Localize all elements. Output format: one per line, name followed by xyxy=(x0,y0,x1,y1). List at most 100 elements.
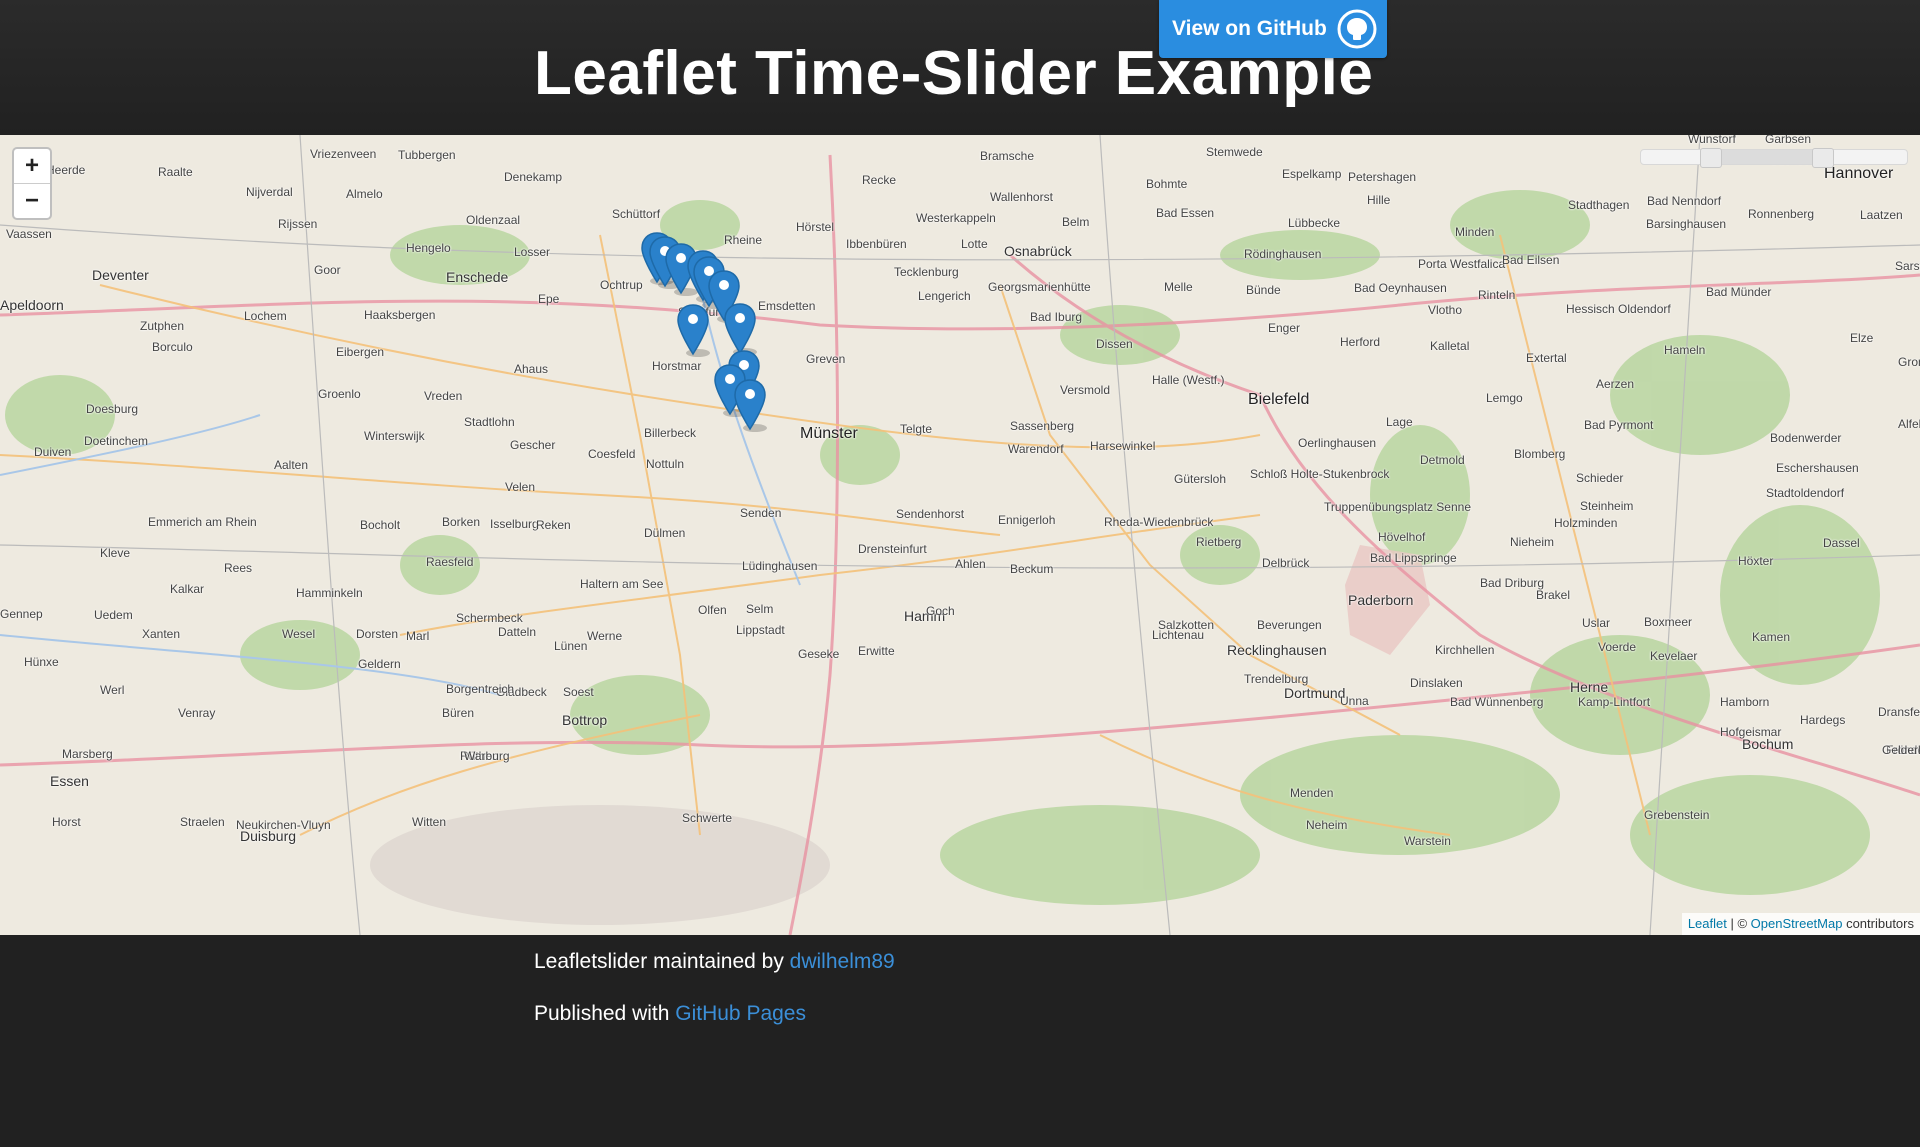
map-attribution: Leaflet | © OpenStreetMap contributors xyxy=(1681,913,1920,935)
place-label: Stadtoldendorf xyxy=(1766,486,1845,500)
place-label: Hannover xyxy=(1824,165,1894,182)
place-label: Rijssen xyxy=(278,217,318,231)
place-label: Soest xyxy=(563,685,594,699)
place-label: Halle (Westf.) xyxy=(1152,373,1225,387)
time-slider-range xyxy=(1710,150,1822,164)
place-label: Schermbeck xyxy=(456,611,523,625)
map-pin-icon[interactable] xyxy=(723,302,757,356)
place-label: Kalkar xyxy=(170,582,205,596)
place-label: Garbsen xyxy=(1765,135,1812,146)
place-label: Sarstedt xyxy=(1895,259,1920,273)
map-pin-icon[interactable] xyxy=(676,303,710,357)
place-label: Sassenberg xyxy=(1010,419,1075,433)
github-octocat-icon xyxy=(1337,9,1377,49)
place-label: Minden xyxy=(1455,225,1495,239)
place-label: Greven xyxy=(806,352,846,366)
place-label: Sendenhorst xyxy=(896,507,965,521)
place-label: Boxmeer xyxy=(1644,615,1693,629)
place-label: Dorsten xyxy=(356,627,399,641)
place-label: Detmold xyxy=(1420,453,1465,467)
page-header: Leaflet Time-Slider Example View on GitH… xyxy=(0,0,1920,136)
place-label: Emmerich am Rhein xyxy=(148,515,257,529)
place-label: Schieder xyxy=(1576,471,1624,485)
place-label: Bocholt xyxy=(360,518,401,532)
place-label: Laatzen xyxy=(1860,208,1903,222)
place-label: Apeldoorn xyxy=(0,297,64,313)
place-label: Bad Wünnenberg xyxy=(1450,695,1544,709)
place-label: Belm xyxy=(1062,215,1090,229)
place-label: Lüdinghausen xyxy=(742,559,818,573)
place-label: Hille xyxy=(1367,193,1391,207)
place-label: Espelkamp xyxy=(1282,167,1342,181)
time-slider-end-handle[interactable] xyxy=(1811,148,1834,168)
place-label: Lichtenau xyxy=(1152,628,1205,642)
place-label: Lage xyxy=(1386,415,1413,429)
view-on-github-label: View on GitHub xyxy=(1172,17,1327,40)
place-label: Höxter xyxy=(1738,554,1774,568)
zoom-in-button[interactable]: + xyxy=(14,149,50,183)
zoom-out-button[interactable]: − xyxy=(14,183,50,218)
place-label: Bad Pyrmont xyxy=(1584,418,1654,432)
place-label: Vaassen xyxy=(6,227,52,241)
github-pages-link[interactable]: GitHub Pages xyxy=(675,1002,806,1025)
place-label: Uslar xyxy=(1582,616,1611,630)
place-label: Velen xyxy=(505,480,536,494)
openstreetmap-link[interactable]: OpenStreetMap xyxy=(1751,916,1843,931)
place-label: Coesfeld xyxy=(588,447,636,461)
place-label: Telgte xyxy=(900,422,933,436)
view-on-github-button[interactable]: View on GitHub xyxy=(1159,0,1387,58)
place-label: Hofgeismar xyxy=(1720,725,1782,739)
time-slider[interactable] xyxy=(1640,148,1908,168)
place-label: Deventer xyxy=(92,267,149,283)
place-label: Recke xyxy=(862,173,897,187)
place-label: Steinheim xyxy=(1580,499,1634,513)
place-label: Werne xyxy=(587,629,623,643)
place-label: Bad Driburg xyxy=(1480,576,1545,590)
place-label: Ochtrup xyxy=(600,278,643,292)
place-label: Gronau (Leine) xyxy=(1898,355,1920,369)
place-label: Groenlo xyxy=(318,387,361,401)
place-label: Reken xyxy=(536,518,571,532)
place-label: Wallenhorst xyxy=(990,190,1053,204)
place-label: Osnabrück xyxy=(1004,243,1072,259)
footer-maintained-line: Leafletslider maintained by dwilhelm89 xyxy=(534,950,895,974)
place-label: Nijverdal xyxy=(246,185,293,199)
place-label: Duiven xyxy=(34,445,72,459)
place-label: Borculo xyxy=(152,340,193,354)
maintainer-link[interactable]: dwilhelm89 xyxy=(790,950,895,973)
place-label: Georgsmarienhütte xyxy=(988,280,1091,294)
place-label: Tecklenburg xyxy=(894,265,959,279)
map-pin-icon[interactable] xyxy=(733,378,767,432)
leaflet-link[interactable]: Leaflet xyxy=(1688,916,1727,931)
place-label: Olfen xyxy=(698,603,727,617)
place-label: Geseke xyxy=(798,647,840,661)
place-label: Emsdetten xyxy=(758,299,816,313)
place-label: Werl xyxy=(100,683,125,697)
place-label: Oldenzaal xyxy=(466,213,521,227)
place-label: Westerkappeln xyxy=(916,211,996,225)
place-label: Drensteinfurt xyxy=(858,542,927,556)
place-label: Duisburg xyxy=(240,828,297,844)
place-label: Marsberg xyxy=(62,747,113,761)
place-label: Eibergen xyxy=(336,345,385,359)
leaflet-map[interactable]: Deventer Apeldoorn Raalte Vriezenveen Tubber… xyxy=(0,135,1920,935)
place-label: Neheim xyxy=(1306,818,1348,832)
place-label: Delbrück xyxy=(1262,556,1310,570)
place-label: Bad Oeynhausen xyxy=(1354,281,1447,295)
place-label: Kevelaer xyxy=(1650,649,1698,663)
place-label: Grebenstein xyxy=(1644,808,1710,822)
place-label: Rödinghausen xyxy=(1244,247,1322,261)
place-label: Borgentreich xyxy=(446,682,515,696)
place-label: Hessisch Oldendorf xyxy=(1566,302,1671,316)
place-label: Dassel xyxy=(1823,536,1860,550)
place-label: Recklinghausen xyxy=(1227,642,1327,658)
place-label: Dransfeld xyxy=(1878,705,1920,719)
place-label: Dülmen xyxy=(644,526,686,540)
place-label: Raalte xyxy=(158,165,193,179)
place-label: Witten xyxy=(412,815,447,829)
place-label: Menden xyxy=(1290,786,1334,800)
place-label: Herford xyxy=(1340,335,1381,349)
place-label: Oerlinghausen xyxy=(1298,436,1377,450)
time-slider-start-handle[interactable] xyxy=(1700,148,1723,168)
place-label: Hövelhof xyxy=(1378,530,1426,544)
